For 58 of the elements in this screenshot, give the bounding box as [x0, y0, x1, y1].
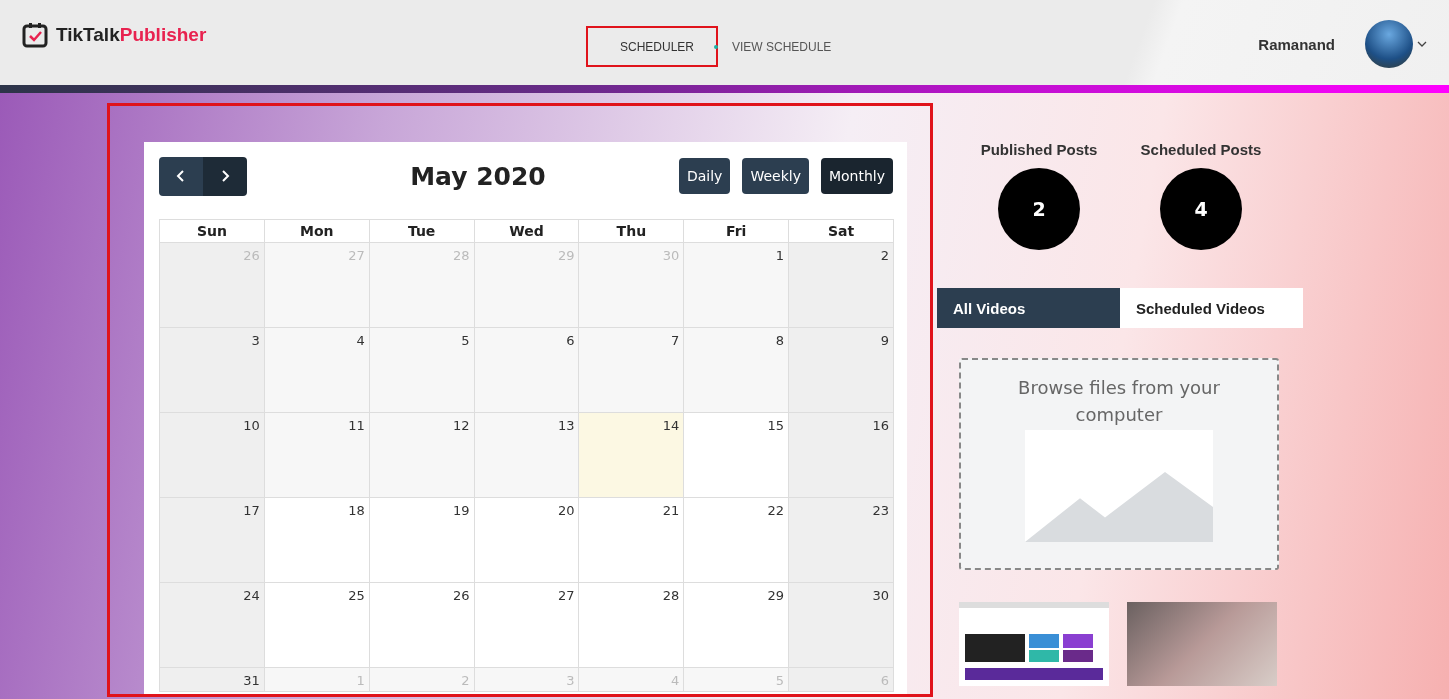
- user-name: Ramanand: [1258, 35, 1335, 53]
- view-button[interactable]: Monthly: [820, 158, 893, 194]
- day-cell[interactable]: 10: [160, 413, 265, 498]
- day-cell[interactable]: 9: [789, 328, 894, 413]
- day-cell[interactable]: 11: [264, 413, 370, 498]
- day-cell[interactable]: 20: [474, 498, 580, 583]
- next-button[interactable]: [203, 156, 247, 196]
- photo-placeholder[interactable]: [1127, 602, 1277, 686]
- day-cell[interactable]: 27: [474, 583, 580, 668]
- calendar-check-icon: [22, 22, 48, 48]
- day-cell[interactable]: 6: [474, 328, 580, 413]
- day-cell[interactable]: 16: [789, 413, 894, 498]
- day-cell[interactable]: 2: [789, 243, 894, 328]
- separator-dot-icon: [714, 44, 718, 49]
- day-cell[interactable]: 1: [684, 243, 790, 328]
- nav-link[interactable]: SCHEDULER: [586, 26, 718, 67]
- caret-icon[interactable]: [1417, 41, 1427, 47]
- upload-prompt: Browse files from your computer: [1017, 376, 1221, 427]
- video-tab[interactable]: Scheduled Videos: [1120, 288, 1303, 328]
- image-placeholder-icon: [1025, 430, 1213, 542]
- day-cell[interactable]: 24: [160, 583, 265, 668]
- day-cell[interactable]: 21: [579, 498, 685, 583]
- day-cell[interactable]: 18: [264, 498, 370, 583]
- chevron-left-icon: [176, 169, 186, 183]
- stat-label: Scheduled Posts: [1140, 141, 1262, 158]
- month-title: May 2020: [409, 161, 547, 191]
- day-cell[interactable]: 26: [369, 583, 475, 668]
- screenshot-thumbnail[interactable]: [959, 602, 1109, 686]
- view-button[interactable]: Daily: [678, 158, 731, 194]
- nav-link[interactable]: VIEW SCHEDULE: [726, 26, 838, 67]
- day-cell[interactable]: 7: [579, 328, 685, 413]
- day-cell[interactable]: 8: [684, 328, 790, 413]
- day-cell[interactable]: 4: [264, 328, 370, 413]
- day-cell[interactable]: 30: [789, 583, 894, 668]
- day-cell[interactable]: 17: [160, 498, 265, 583]
- day-cell[interactable]: 3: [160, 328, 265, 413]
- video-tab[interactable]: All Videos: [937, 288, 1120, 328]
- day-cell[interactable]: 29: [684, 583, 790, 668]
- previous-button[interactable]: [159, 156, 203, 196]
- day-cell[interactable]: 22: [684, 498, 790, 583]
- view-button[interactable]: Weekly: [742, 158, 809, 194]
- avatar-photo-placeholder[interactable]: [1365, 20, 1413, 68]
- app-logo-text: TikTalkPublisher: [56, 24, 207, 46]
- day-cell[interactable]: 19: [369, 498, 475, 583]
- file-drop-zone[interactable]: Browse files from your computer: [959, 358, 1279, 570]
- day-cell[interactable]: 23: [789, 498, 894, 583]
- day-cell[interactable]: 5: [369, 328, 475, 413]
- chevron-right-icon: [220, 169, 230, 183]
- day-cell[interactable]: 31: [160, 668, 265, 692]
- day-cell[interactable]: 14: [579, 413, 685, 498]
- day-cell[interactable]: 28: [579, 583, 685, 668]
- day-cell[interactable]: 25: [264, 583, 370, 668]
- day-cell[interactable]: 15: [684, 413, 790, 498]
- stat-label: Published Posts: [980, 141, 1098, 158]
- count-badge: 2: [998, 168, 1080, 250]
- count-badge: 4: [1160, 168, 1242, 250]
- day-cell[interactable]: 13: [474, 413, 580, 498]
- day-cell[interactable]: 12: [369, 413, 475, 498]
